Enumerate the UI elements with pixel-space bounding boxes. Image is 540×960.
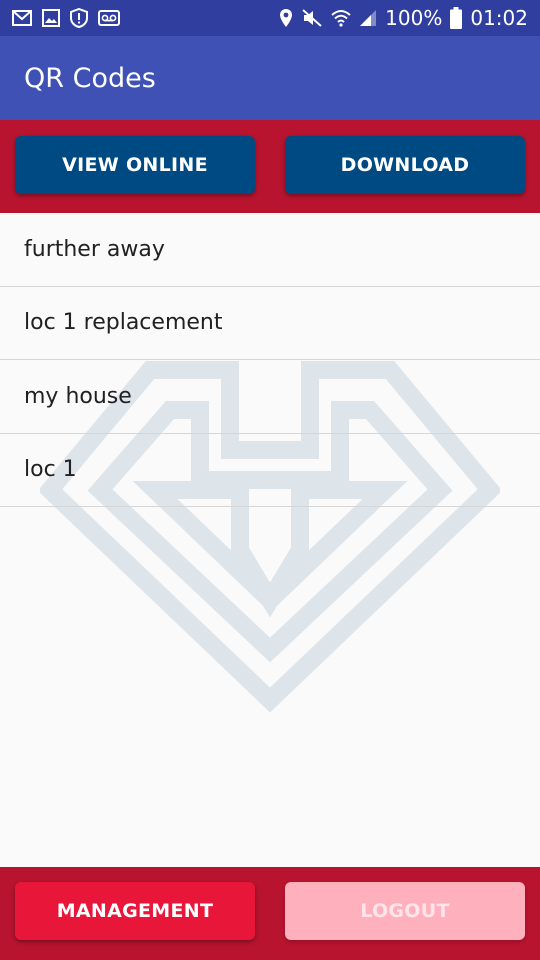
list-item-label: further away xyxy=(24,236,165,262)
list-item[interactable]: loc 1 xyxy=(0,434,540,507)
list-item[interactable]: loc 1 replacement xyxy=(0,287,540,360)
qr-code-list: further away loc 1 replacement my house … xyxy=(0,213,540,507)
list-item-label: my house xyxy=(24,383,132,409)
logout-button[interactable]: LOGOUT xyxy=(285,882,525,940)
wifi-icon xyxy=(331,9,351,27)
clock: 01:02 xyxy=(470,6,528,30)
status-bar: 100% 01:02 xyxy=(0,0,540,36)
list-item-label: loc 1 xyxy=(24,457,77,483)
battery-percent: 100% xyxy=(385,6,443,30)
status-right-icons: 100% 01:02 xyxy=(279,6,528,30)
location-icon xyxy=(279,8,293,28)
signal-icon xyxy=(359,9,377,27)
battery-icon xyxy=(450,7,463,29)
page-title: QR Codes xyxy=(24,62,156,94)
mute-icon xyxy=(301,8,323,28)
management-button[interactable]: MANAGEMENT xyxy=(15,882,255,940)
status-left-icons xyxy=(12,8,120,28)
app-bar: QR Codes xyxy=(0,36,540,120)
shield-alert-icon xyxy=(70,8,88,28)
list-item-label: loc 1 replacement xyxy=(24,310,223,336)
image-icon xyxy=(42,9,60,27)
list-item[interactable]: my house xyxy=(0,360,540,434)
download-button[interactable]: DOWNLOAD xyxy=(285,136,525,194)
view-online-button[interactable]: VIEW ONLINE xyxy=(15,136,255,194)
voicemail-icon xyxy=(98,10,120,26)
list-item[interactable]: further away xyxy=(0,213,540,287)
mail-icon xyxy=(12,10,32,26)
